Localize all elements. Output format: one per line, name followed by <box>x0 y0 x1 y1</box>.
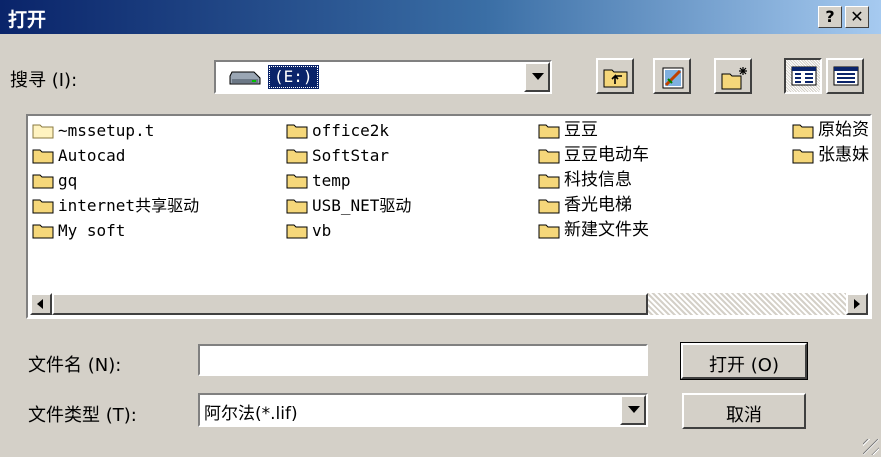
file-name: 豆豆 <box>564 120 598 140</box>
scroll-thumb[interactable] <box>52 293 648 315</box>
folder-icon <box>32 124 54 139</box>
look-in-value: (E:) <box>268 65 319 89</box>
cancel-button[interactable]: 取消 <box>682 393 806 429</box>
folder-icon <box>538 149 560 164</box>
drive-icon <box>229 71 261 85</box>
scroll-left-button[interactable] <box>30 293 52 315</box>
folder-icon <box>32 174 54 189</box>
folder-icon <box>792 149 814 164</box>
scroll-right-button[interactable] <box>846 293 868 315</box>
folder-icon <box>538 124 560 139</box>
open-file-dialog: 打开 ? ✕ 搜寻 (I): (E:) ~mssetup.t Autocad g… <box>0 0 881 457</box>
folder-icon <box>538 199 560 214</box>
file-list[interactable]: ~mssetup.t Autocad gq internet共享驱动 My so… <box>26 114 872 319</box>
file-name: Autocad <box>58 146 126 165</box>
folder-icon <box>32 149 54 164</box>
resize-grip[interactable] <box>863 439 879 455</box>
chevron-down-icon <box>628 406 640 413</box>
desktop-button[interactable] <box>653 58 691 94</box>
file-name: gq <box>58 171 78 190</box>
folder-up-icon <box>603 69 628 88</box>
file-name: 科技信息 <box>564 170 632 190</box>
window-title: 打开 <box>8 9 47 31</box>
file-name: My soft <box>58 221 126 240</box>
file-name: 豆豆电动车 <box>564 145 649 165</box>
folder-icon <box>538 224 560 239</box>
cancel-button-label: 取消 <box>726 405 762 426</box>
file-name: ~mssetup.t <box>58 121 155 140</box>
scroll-track[interactable] <box>648 293 846 315</box>
file-name-label: 文件名 (N): <box>28 355 122 376</box>
folder-icon <box>538 174 560 189</box>
title-bar[interactable]: 打开 ? ✕ <box>0 0 881 34</box>
list-view-icon <box>791 66 817 86</box>
folder-icon <box>286 224 308 239</box>
file-name: SoftStar <box>312 146 390 165</box>
close-button[interactable]: ✕ <box>845 6 869 28</box>
arrow-right-icon <box>854 299 860 309</box>
file-name: 新建文件夹 <box>564 220 649 240</box>
folder-icon <box>792 124 814 139</box>
file-name: temp <box>312 171 351 190</box>
file-name: USB_NET驱动 <box>312 196 412 215</box>
up-one-level-button[interactable] <box>596 58 634 94</box>
details-view-button[interactable] <box>826 58 864 94</box>
open-button-label: 打开 (O) <box>709 355 779 376</box>
details-view-icon <box>833 66 859 86</box>
file-type-label: 文件类型 (T): <box>28 405 137 426</box>
folder-icon <box>286 149 308 164</box>
file-name: 原始资 <box>818 120 869 140</box>
file-type-dropdown-button[interactable] <box>620 395 646 425</box>
file-name: vb <box>312 221 332 240</box>
help-button[interactable]: ? <box>818 6 842 28</box>
folder-icon <box>32 224 54 239</box>
folder-icon <box>286 199 308 214</box>
file-name: office2k <box>312 121 390 140</box>
file-type-value: 阿尔法(*.lif) <box>204 404 298 424</box>
folder-icon <box>32 199 54 214</box>
file-name-input[interactable] <box>198 344 648 376</box>
folder-icon <box>286 124 308 139</box>
new-folder-button[interactable] <box>714 58 752 94</box>
arrow-left-icon <box>37 299 43 309</box>
open-button[interactable]: 打开 (O) <box>680 342 808 380</box>
list-view-button[interactable] <box>784 58 822 94</box>
file-name: internet共享驱动 <box>58 196 200 215</box>
folder-icon <box>286 174 308 189</box>
new-folder-icon <box>721 67 747 90</box>
file-type-combobox[interactable]: 阿尔法(*.lif) <box>198 393 648 427</box>
look-in-label: 搜寻 (I): <box>10 70 78 91</box>
dropdown-arrow-button[interactable] <box>524 62 550 92</box>
desktop-icon <box>662 67 684 89</box>
chevron-down-icon <box>532 73 544 80</box>
look-in-combobox[interactable]: (E:) <box>214 60 552 94</box>
file-name: 张惠妹 <box>818 145 869 165</box>
file-name: 香光电梯 <box>564 195 632 215</box>
horizontal-scrollbar[interactable] <box>30 293 868 315</box>
